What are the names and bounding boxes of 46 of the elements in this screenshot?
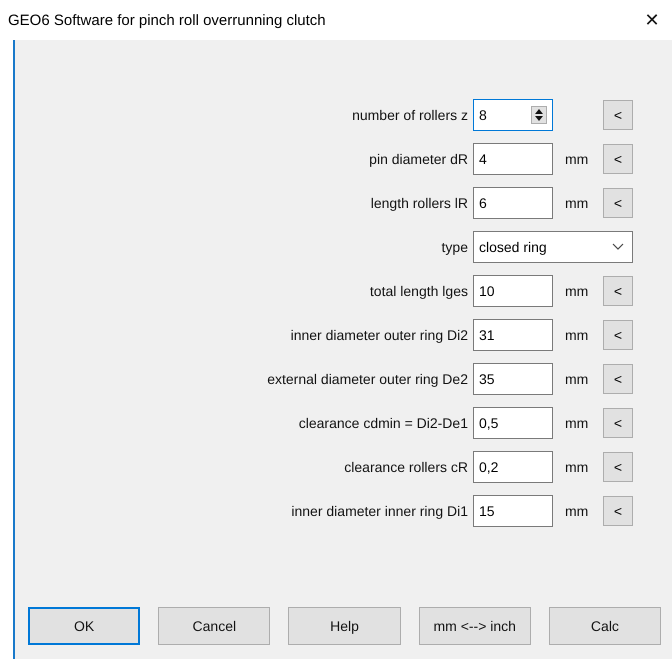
dialog-button[interactable]: OK	[28, 607, 140, 645]
unit-label: mm	[564, 371, 590, 387]
close-button[interactable]: ✕	[632, 0, 672, 40]
reset-button[interactable]: <	[603, 408, 633, 438]
input-field[interactable]: 4	[473, 143, 553, 175]
reset-button[interactable]: <	[603, 276, 633, 306]
spin-field[interactable]: 8	[473, 99, 553, 131]
dialog-button[interactable]: mm <--> inch	[418, 607, 531, 645]
unit-label: mm	[564, 195, 590, 211]
reset-button[interactable]: <	[603, 100, 633, 130]
unit-label: mm	[564, 415, 590, 431]
reset-button[interactable]: <	[603, 364, 633, 394]
field-label: number of rollers z	[351, 107, 469, 123]
reset-button[interactable]: <	[603, 452, 633, 482]
field-label: inner diameter outer ring Di2	[290, 327, 469, 343]
reset-button[interactable]: <	[603, 320, 633, 350]
dialog-button[interactable]: Help	[288, 607, 401, 645]
spinner-arrows-icon[interactable]	[531, 106, 547, 124]
input-field[interactable]: 35	[473, 363, 553, 395]
reset-button[interactable]: <	[603, 188, 633, 218]
field-label: length rollers lR	[370, 195, 469, 211]
unit-label: mm	[564, 459, 590, 475]
dialog-button[interactable]: Cancel	[158, 607, 270, 645]
dialog-button[interactable]: Calc	[548, 607, 662, 645]
input-field[interactable]: 10	[473, 275, 553, 307]
field-label: clearance cdmin = Di2-De1	[298, 415, 469, 431]
unit-label: mm	[564, 151, 590, 167]
input-field[interactable]: 0,5	[473, 407, 553, 439]
input-field[interactable]: 15	[473, 495, 553, 527]
input-field[interactable]: 31	[473, 319, 553, 351]
window-title: GEO6 Software for pinch roll overrunning clutch	[8, 12, 326, 28]
field-label: inner diameter inner ring Di1	[290, 503, 469, 519]
field-label: clearance rollers cR	[343, 459, 469, 475]
field-label: type	[440, 239, 469, 255]
chevron-down-icon	[612, 243, 624, 251]
field-label: total length lges	[368, 283, 469, 299]
unit-label: mm	[564, 503, 590, 519]
field-label: pin diameter dR	[368, 151, 469, 167]
field-label: external diameter outer ring De2	[266, 371, 469, 387]
input-field[interactable]: 6	[473, 187, 553, 219]
type-dropdown[interactable]: closed ring	[473, 231, 633, 263]
input-field[interactable]: 0,2	[473, 451, 553, 483]
reset-button[interactable]: <	[603, 496, 633, 526]
reset-button[interactable]: <	[603, 144, 633, 174]
unit-label: mm	[564, 327, 590, 343]
unit-label: mm	[564, 283, 590, 299]
